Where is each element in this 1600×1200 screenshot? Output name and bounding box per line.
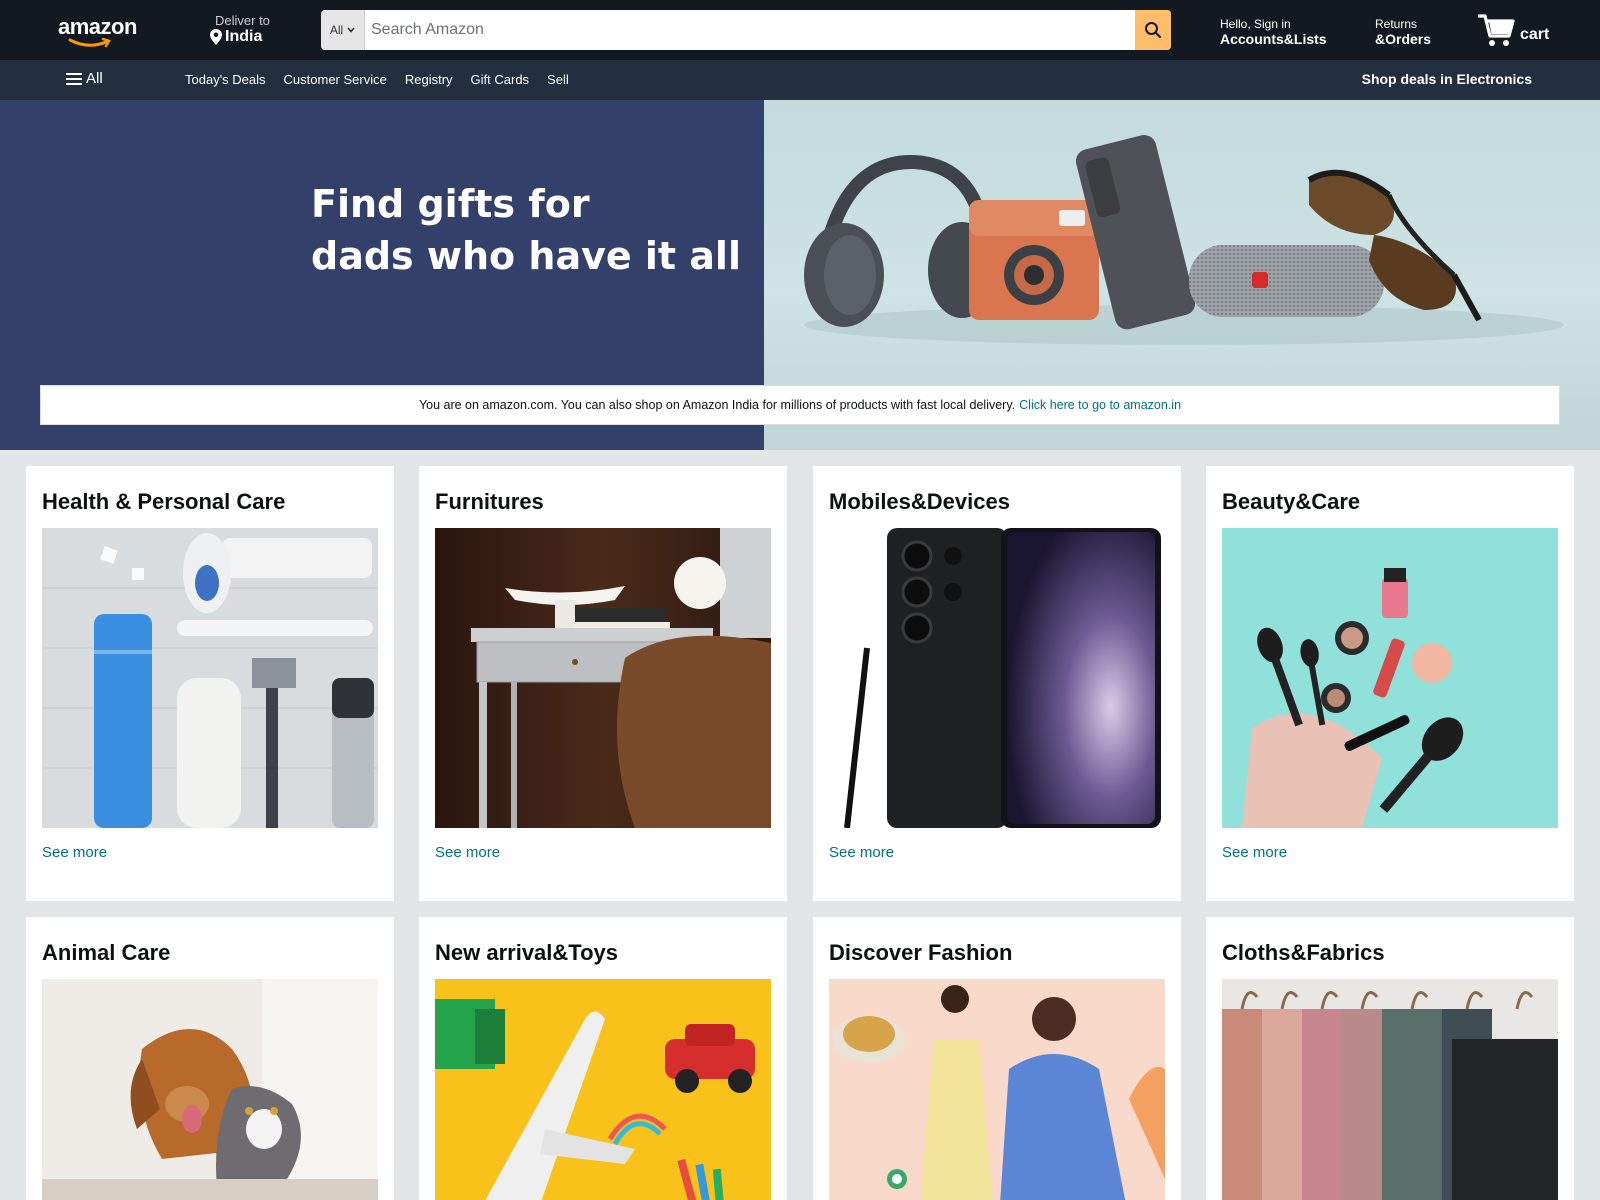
all-menu-button[interactable]: All bbox=[66, 70, 103, 87]
search-button[interactable] bbox=[1135, 10, 1171, 50]
instant-camera-image bbox=[969, 200, 1099, 320]
location-pin-icon bbox=[210, 29, 222, 45]
returns-orders[interactable]: Returns &Orders bbox=[1375, 17, 1431, 47]
category-card-furnitures: Furnitures See more bbox=[419, 466, 787, 901]
card-title: Animal Care bbox=[42, 940, 171, 965]
account-lists-label: Accounts&Lists bbox=[1220, 31, 1327, 47]
hero-banner[interactable]: Find gifts for dads who have it all You … bbox=[0, 100, 1600, 450]
cart-button[interactable]: cart bbox=[1478, 12, 1549, 48]
orders-label: &Orders bbox=[1375, 31, 1432, 47]
top-nav: amazon Deliver to India All H bbox=[0, 0, 1600, 60]
card-title: Discover Fashion bbox=[829, 940, 1013, 965]
nav-link-registry[interactable]: Registry bbox=[405, 72, 453, 87]
all-menu-label: All bbox=[86, 70, 103, 87]
search-bar: All bbox=[321, 10, 1171, 50]
locale-notice-bar: You are on amazon.com. You can also shop… bbox=[40, 385, 1560, 425]
search-icon bbox=[1145, 22, 1162, 39]
smile-arrow-icon bbox=[68, 38, 111, 48]
card-title: Furnitures bbox=[435, 489, 544, 514]
hero-title-line2: dads who have it all bbox=[311, 234, 741, 278]
card-title: Mobiles&Devices bbox=[829, 489, 1010, 514]
go-to-amazon-in-link[interactable]: Click here to go to amazon.in bbox=[1019, 398, 1181, 412]
category-card-fashion: Discover Fashion bbox=[813, 917, 1181, 1200]
category-card-mobiles: Mobiles&Devices See more bbox=[813, 466, 1181, 901]
shop-deals-electronics-link[interactable]: Shop deals in Electronics bbox=[1362, 71, 1532, 87]
fashion-image[interactable] bbox=[829, 979, 1165, 1200]
mobiles-devices-image[interactable] bbox=[829, 528, 1165, 828]
deliver-location-row: India bbox=[210, 28, 270, 46]
card-title: Beauty&Care bbox=[1222, 489, 1361, 514]
category-card-cloths: Cloths&Fabrics bbox=[1206, 917, 1574, 1200]
nav-link-todays-deals[interactable]: Today's Deals bbox=[185, 72, 266, 87]
locale-notice-text: You are on amazon.com. You can also shop… bbox=[418, 398, 1016, 412]
see-more-link[interactable]: See more bbox=[1222, 844, 1558, 861]
cart-icon bbox=[1478, 14, 1515, 46]
category-card-toys: New arrival&Toys bbox=[419, 917, 787, 1200]
chevron-down-icon bbox=[347, 27, 355, 33]
category-card-animal-care: Animal Care bbox=[26, 917, 394, 1200]
account-lists[interactable]: Hello, Sign in Accounts&Lists bbox=[1220, 17, 1327, 47]
beauty-care-image[interactable] bbox=[1222, 528, 1558, 828]
amazon-logo[interactable]: amazon bbox=[58, 14, 148, 48]
search-category-label: All bbox=[329, 23, 344, 37]
sub-nav: All Today's Deals Customer Service Regis… bbox=[0, 60, 1600, 100]
category-card-beauty: Beauty&Care See more bbox=[1206, 466, 1574, 901]
hamburger-menu-icon bbox=[66, 72, 82, 85]
card-title: Health & Personal Care bbox=[42, 489, 286, 514]
search-input[interactable] bbox=[365, 10, 1135, 50]
cart-label: cart bbox=[1520, 26, 1550, 43]
headphones-image bbox=[804, 154, 996, 327]
hero-title: Find gifts for dads who have it all bbox=[311, 178, 741, 282]
card-title: Cloths&Fabrics bbox=[1222, 940, 1385, 965]
toys-image[interactable] bbox=[435, 979, 771, 1200]
card-title: New arrival&Toys bbox=[435, 940, 619, 965]
see-more-link[interactable]: See more bbox=[435, 844, 771, 861]
sub-nav-links: Today's Deals Customer Service Registry … bbox=[185, 72, 569, 87]
furniture-image[interactable] bbox=[435, 528, 771, 828]
nav-link-sell[interactable]: Sell bbox=[547, 72, 569, 87]
search-category-select[interactable]: All bbox=[321, 10, 365, 50]
health-care-image[interactable] bbox=[42, 528, 378, 828]
deliver-location: India bbox=[225, 28, 263, 45]
deliver-label: Deliver to bbox=[215, 13, 270, 28]
category-card-health: Health & Personal Care See more bbox=[26, 466, 394, 901]
see-more-link[interactable]: See more bbox=[42, 844, 378, 861]
logo-text: amazon bbox=[58, 14, 137, 39]
nav-link-customer-service[interactable]: Customer Service bbox=[284, 72, 387, 87]
deliver-to[interactable]: Deliver to India bbox=[210, 13, 270, 46]
returns-label: Returns bbox=[1375, 17, 1418, 31]
nav-link-gift-cards[interactable]: Gift Cards bbox=[471, 72, 530, 87]
cloths-fabrics-image[interactable] bbox=[1222, 979, 1558, 1200]
hero-title-line1: Find gifts for bbox=[311, 182, 590, 226]
account-greeting: Hello, Sign in bbox=[1220, 17, 1291, 31]
animal-care-image[interactable] bbox=[42, 979, 378, 1200]
speaker-image bbox=[1189, 245, 1384, 317]
see-more-link[interactable]: See more bbox=[829, 844, 1165, 861]
